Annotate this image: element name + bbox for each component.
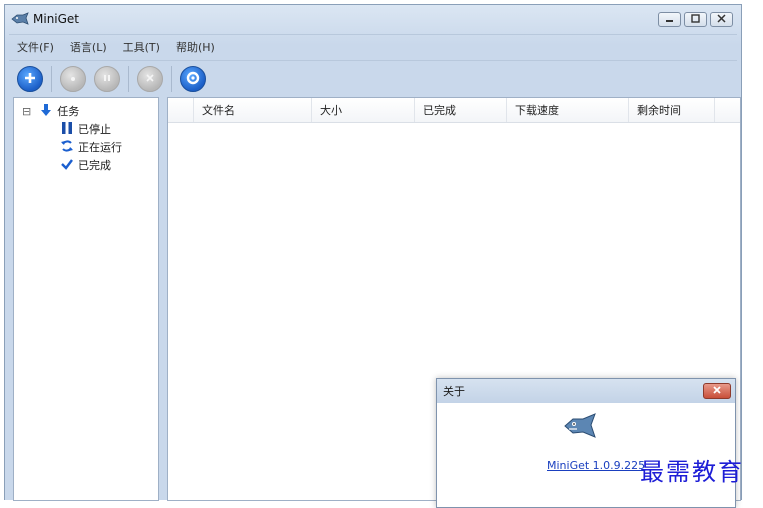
menu-file[interactable]: 文件(F)	[9, 39, 62, 55]
pause-icon	[60, 121, 74, 138]
delete-button[interactable]	[137, 66, 163, 92]
close-icon	[717, 13, 726, 26]
title-bar: MiniGet	[5, 5, 741, 33]
menu-help[interactable]: 帮助(H)	[168, 39, 223, 55]
pause-button[interactable]	[94, 66, 120, 92]
settings-button[interactable]	[180, 66, 206, 92]
menu-language[interactable]: 语言(L)	[62, 39, 115, 55]
list-header: 文件名 大小 已完成 下载速度 剩余时间	[168, 98, 740, 123]
tree-item-label: 任务	[57, 105, 80, 118]
column-header-completed[interactable]: 已完成	[415, 98, 507, 122]
refresh-icon	[60, 139, 74, 156]
version-link[interactable]: MiniGet 1.0.9.225	[547, 459, 645, 472]
tree-item-label: 正在运行	[78, 141, 122, 154]
toolbar-separator	[51, 66, 52, 92]
tree-item-label: 已完成	[78, 159, 111, 172]
download-arrow-icon	[39, 103, 53, 120]
pause-icon	[102, 73, 112, 86]
column-header-remaining[interactable]: 剩余时间	[629, 98, 715, 122]
maximize-button[interactable]	[684, 12, 707, 27]
tree-item-running[interactable]: 正在运行	[60, 138, 122, 156]
toolbar-separator	[128, 66, 129, 92]
shark-logo-icon	[563, 413, 597, 442]
toolbar	[9, 60, 737, 97]
add-icon	[23, 71, 37, 88]
column-header-speed[interactable]: 下载速度	[507, 98, 629, 122]
maximize-icon	[691, 13, 700, 26]
menu-bar: 文件(F) 语言(L) 工具(T) 帮助(H)	[9, 34, 737, 59]
close-button[interactable]	[710, 12, 733, 27]
minimize-button[interactable]	[658, 12, 681, 27]
delete-icon	[145, 73, 155, 86]
settings-icon	[185, 70, 201, 89]
tree-item-completed[interactable]: 已完成	[60, 156, 111, 174]
watermark-text: 最需教育	[640, 458, 744, 486]
task-tree: ⊟ 任务 已停止 正在运行 已完成	[13, 97, 159, 501]
collapse-toggle[interactable]: ⊟	[22, 105, 31, 118]
tree-item-label: 已停止	[78, 123, 111, 136]
shark-app-icon	[11, 12, 29, 26]
close-icon	[712, 385, 722, 398]
minimize-icon	[665, 13, 674, 26]
about-dialog-titlebar: 关于	[437, 379, 735, 403]
column-header-size[interactable]: 大小	[312, 98, 415, 122]
about-close-button[interactable]	[703, 383, 731, 399]
toolbar-separator	[171, 66, 172, 92]
about-dialog: 关于 MiniGet 1.0.9.225	[436, 378, 736, 508]
window-title: MiniGet	[33, 12, 80, 26]
column-spacer	[168, 98, 194, 122]
about-dialog-title: 关于	[443, 385, 465, 398]
check-icon	[60, 157, 74, 174]
start-button[interactable]	[60, 66, 86, 92]
window-controls	[658, 12, 733, 27]
tree-item-stopped[interactable]: 已停止	[60, 120, 111, 138]
start-icon	[69, 73, 77, 86]
column-header-filename[interactable]: 文件名	[194, 98, 312, 122]
add-task-button[interactable]	[17, 66, 43, 92]
tree-item-tasks[interactable]: ⊟ 任务	[22, 102, 79, 120]
menu-tools[interactable]: 工具(T)	[115, 39, 168, 55]
